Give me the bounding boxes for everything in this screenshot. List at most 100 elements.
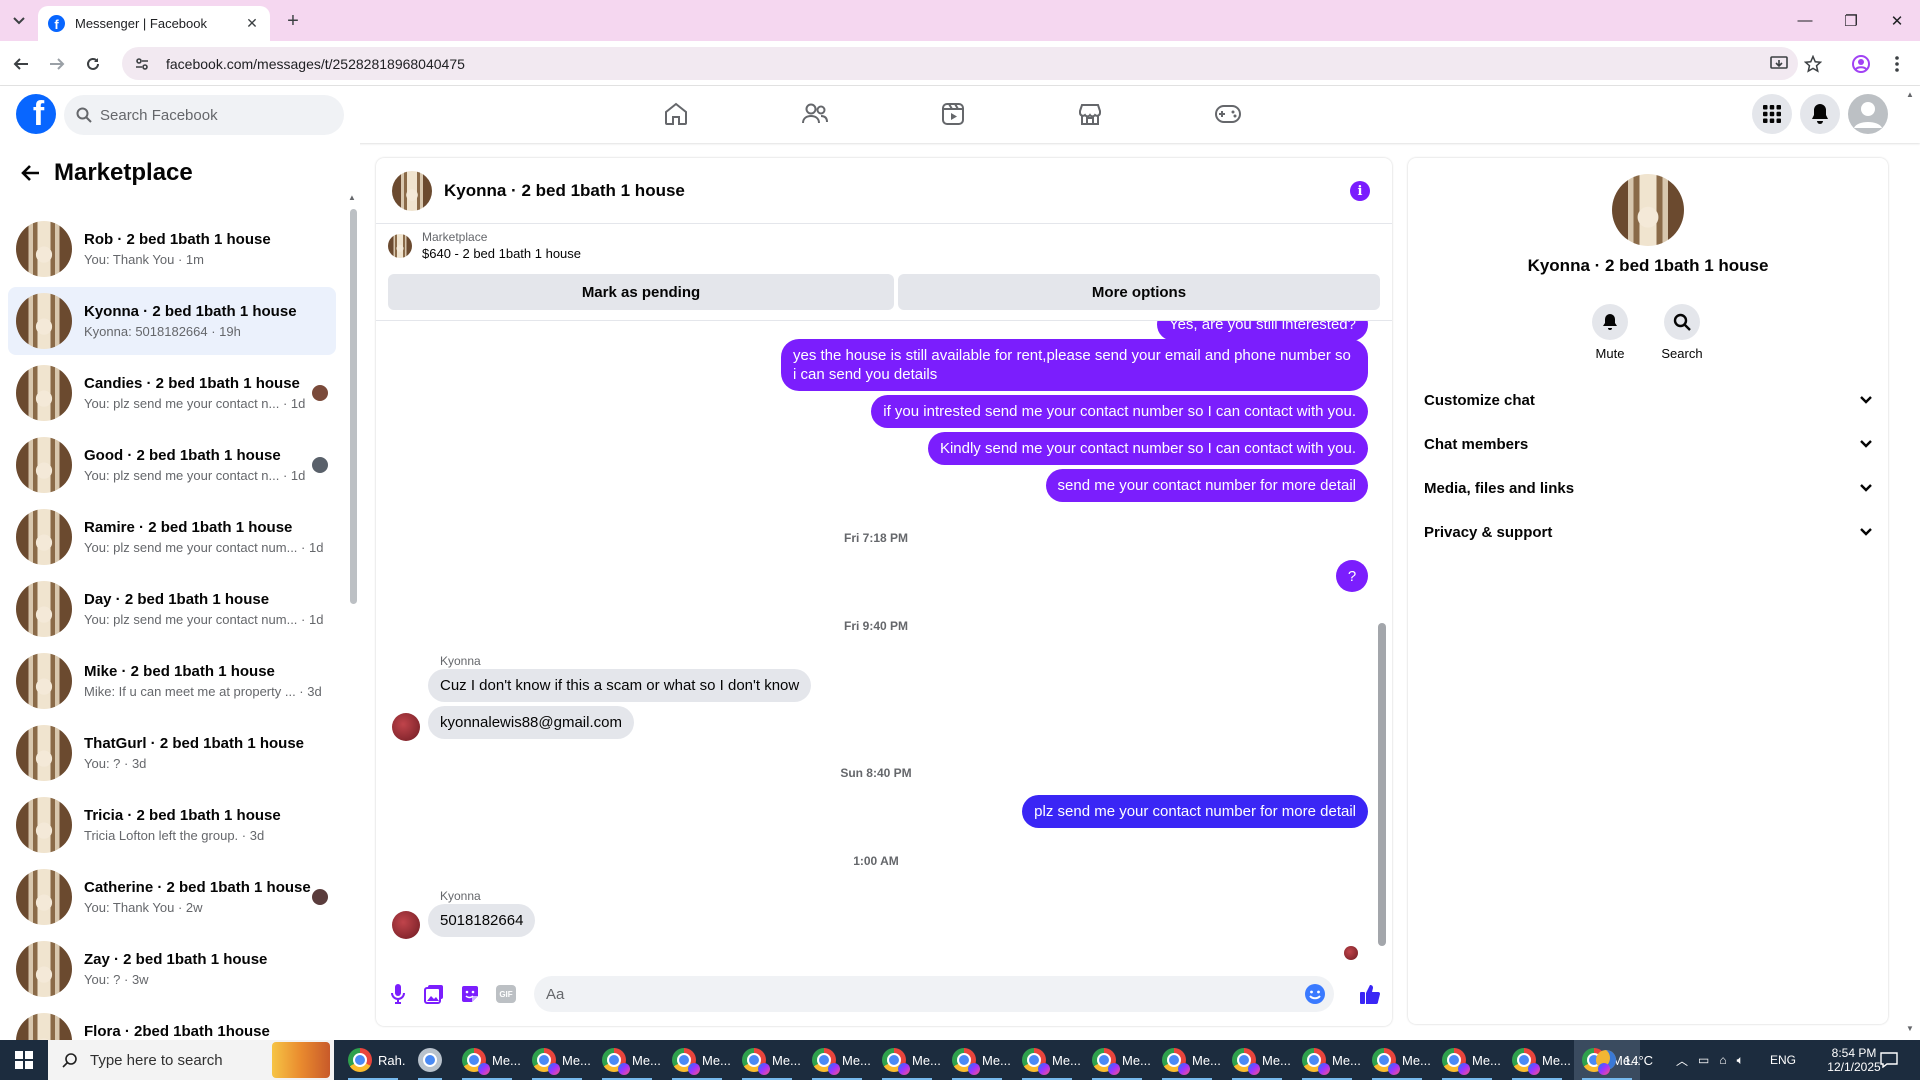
mute-action[interactable]: Mute: [1580, 304, 1640, 361]
new-tab-button[interactable]: +: [282, 10, 304, 32]
taskbar-app-messenger[interactable]: Me...: [1014, 1040, 1080, 1080]
taskbar-app-messenger[interactable]: Me...: [1504, 1040, 1570, 1080]
url-text[interactable]: facebook.com/messages/t/2528281896804047…: [166, 56, 465, 72]
emoji-icon[interactable]: [1304, 983, 1326, 1005]
message-scrollbar[interactable]: [1378, 623, 1386, 946]
video-icon[interactable]: [935, 96, 971, 132]
details-avatar[interactable]: [1612, 174, 1684, 246]
conversation-item[interactable]: ThatGurl · 2 bed 1bath 1 house You: ? · 3…: [8, 719, 336, 787]
back-arrow-icon[interactable]: [20, 164, 40, 182]
chat-members-row[interactable]: Chat members: [1424, 422, 1872, 466]
chrome-menu-icon[interactable]: [1886, 53, 1908, 75]
friends-icon[interactable]: [797, 96, 833, 132]
conversation-item[interactable]: Day · 2 bed 1bath 1 house You: plz send m…: [8, 575, 336, 643]
search-action[interactable]: Search: [1652, 304, 1712, 361]
reload-button[interactable]: [82, 53, 104, 75]
gif-icon[interactable]: GIF: [494, 982, 518, 1006]
taskbar-app-messenger[interactable]: Me...: [524, 1040, 590, 1080]
conversation-item[interactable]: Zay · 2 bed 1bath 1 house You: ? · 3w: [8, 935, 336, 1003]
page-scroll-up-arrow-icon[interactable]: ▲: [1906, 90, 1914, 99]
taskbar-app-messenger[interactable]: Me...: [944, 1040, 1010, 1080]
show-hidden-icons-chevron-icon[interactable]: ︿: [1676, 1052, 1688, 1069]
sticker-icon[interactable]: [458, 982, 482, 1006]
conversation-item[interactable]: Good · 2 bed 1bath 1 house You: plz send …: [8, 431, 336, 499]
taskbar-app-messenger[interactable]: Me...: [664, 1040, 730, 1080]
language-indicator[interactable]: ENG: [1770, 1040, 1796, 1080]
search-in-conversation-icon[interactable]: [1664, 304, 1700, 340]
more-options-button[interactable]: More options: [898, 274, 1380, 310]
browser-tab-active[interactable]: f Messenger | Facebook ✕: [38, 6, 270, 41]
conversation-info-icon[interactable]: i: [1350, 181, 1370, 201]
windows-start-icon[interactable]: [0, 1040, 48, 1080]
customize-chat-row[interactable]: Customize chat: [1424, 378, 1872, 422]
mute-bell-icon[interactable]: [1592, 304, 1628, 340]
microphone-icon[interactable]: [386, 982, 410, 1006]
close-tab-icon[interactable]: ✕: [244, 15, 260, 32]
taskbar-app-messenger[interactable]: Me...: [594, 1040, 660, 1080]
message-input[interactable]: [546, 985, 1286, 1003]
conversation-item[interactable]: Ramire · 2 bed 1bath 1 house You: plz sen…: [8, 503, 336, 571]
meet-now-icon[interactable]: ▭: [1698, 1053, 1709, 1067]
address-bar[interactable]: facebook.com/messages/t/2528281896804047…: [122, 47, 1798, 80]
conversation-item[interactable]: Mike · 2 bed 1bath 1 house Mike: If u can…: [8, 647, 336, 715]
minimize-window-button[interactable]: —: [1782, 0, 1828, 41]
chat-title[interactable]: Kyonna · 2 bed 1bath 1 house: [444, 181, 685, 201]
conversation-list-scrollbar[interactable]: [350, 209, 357, 604]
privacy-support-row[interactable]: Privacy & support: [1424, 510, 1872, 554]
facebook-search[interactable]: [64, 95, 344, 135]
conversation-item[interactable]: Rob · 2 bed 1bath 1 house You: Thank You …: [8, 215, 336, 283]
taskbar-app-messenger[interactable]: Me...: [874, 1040, 940, 1080]
gaming-icon[interactable]: [1210, 96, 1246, 132]
taskbar-app-messenger[interactable]: Me...: [1364, 1040, 1430, 1080]
facebook-search-input[interactable]: [100, 106, 320, 124]
conversation-item[interactable]: Tricia · 2 bed 1bath 1 house Tricia Lofto…: [8, 791, 336, 859]
taskbar-app-messenger[interactable]: Me...: [1084, 1040, 1150, 1080]
taskbar-app-messenger[interactable]: Me...: [1224, 1040, 1290, 1080]
listing-summary[interactable]: Marketplace $640 - 2 bed 1bath 1 house: [388, 230, 581, 261]
taskbar-search[interactable]: [48, 1040, 334, 1080]
site-info-icon[interactable]: [134, 56, 150, 72]
profile-icon[interactable]: [1850, 53, 1872, 75]
taskbar-app-messenger[interactable]: Me...: [1294, 1040, 1360, 1080]
conversation-item[interactable]: Candies · 2 bed 1bath 1 house You: plz se…: [8, 359, 336, 427]
sender-avatar[interactable]: [392, 911, 420, 939]
install-app-icon[interactable]: [1768, 53, 1790, 75]
system-tray-icons[interactable]: ︿ ▭ ⌂ 🔈︎: [1676, 1040, 1744, 1080]
taskbar-app[interactable]: Rah...: [340, 1040, 406, 1080]
mark-as-pending-button[interactable]: Mark as pending: [388, 274, 894, 310]
conversation-item[interactable]: Catherine · 2 bed 1bath 1 house You: Than…: [8, 863, 336, 931]
taskbar-app-messenger[interactable]: Me...: [1434, 1040, 1500, 1080]
taskbar-app-pinned[interactable]: [410, 1040, 450, 1080]
home-icon[interactable]: [658, 96, 694, 132]
chat-avatar[interactable]: [392, 170, 432, 211]
tab-search-chevron-icon[interactable]: [8, 10, 30, 32]
taskbar-app-messenger[interactable]: Me...: [454, 1040, 520, 1080]
sender-avatar[interactable]: [392, 713, 420, 741]
volume-icon[interactable]: 🔈︎: [1737, 1053, 1744, 1068]
restore-window-button[interactable]: ❐: [1828, 0, 1874, 41]
taskbar-search-input[interactable]: [90, 1051, 290, 1069]
notification-center-icon[interactable]: [1880, 1040, 1898, 1080]
back-button[interactable]: [10, 53, 32, 75]
marketplace-icon[interactable]: [1072, 96, 1108, 132]
attach-photo-icon[interactable]: [422, 982, 446, 1006]
taskbar-app-messenger[interactable]: Me...: [734, 1040, 800, 1080]
conversation-item[interactable]: Flora · 2bed 1bath 1houseYou: Thank You …: [8, 1007, 336, 1040]
page-scroll-down-arrow-icon[interactable]: ▼: [1906, 1024, 1914, 1033]
media-files-links-row[interactable]: Media, files and links: [1424, 466, 1872, 510]
menu-grid-icon[interactable]: [1752, 94, 1792, 134]
clock[interactable]: 8:54 PM 12/1/2025: [1822, 1040, 1886, 1080]
message-input-box[interactable]: [534, 976, 1334, 1012]
thumbs-up-like-icon[interactable]: [1358, 982, 1382, 1006]
taskbar-app-messenger[interactable]: Me...: [1154, 1040, 1220, 1080]
facebook-logo-icon[interactable]: f: [16, 94, 56, 134]
bookmark-star-icon[interactable]: [1802, 53, 1824, 75]
taskbar-app-messenger[interactable]: Me...: [804, 1040, 870, 1080]
scroll-up-arrow-icon[interactable]: ▲: [348, 193, 356, 202]
notifications-bell-icon[interactable]: [1800, 94, 1840, 134]
close-window-button[interactable]: ✕: [1874, 0, 1920, 41]
conversation-item[interactable]: Kyonna · 2 bed 1bath 1 house Kyonna: 5018…: [8, 287, 336, 355]
account-avatar[interactable]: [1848, 94, 1888, 134]
network-icon[interactable]: ⌂: [1719, 1053, 1726, 1067]
forward-button[interactable]: [46, 53, 68, 75]
